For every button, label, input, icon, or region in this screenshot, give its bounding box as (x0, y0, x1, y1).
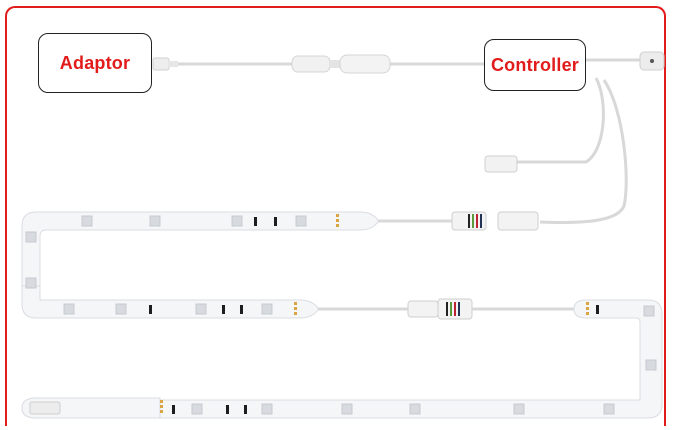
controller-label: Controller (484, 39, 586, 91)
adaptor-label: Adaptor (38, 33, 152, 93)
adaptor-plug (152, 57, 178, 71)
controller-end-plug (639, 51, 665, 71)
strip-connector-top (451, 211, 539, 231)
branch-cable-long (539, 79, 628, 224)
dc-connector (291, 54, 391, 74)
wiring-diagram: Adaptor Controller (0, 0, 673, 430)
mid-connector (407, 298, 473, 320)
led-strip-row-1 (21, 211, 379, 291)
spare-connector (484, 155, 518, 173)
